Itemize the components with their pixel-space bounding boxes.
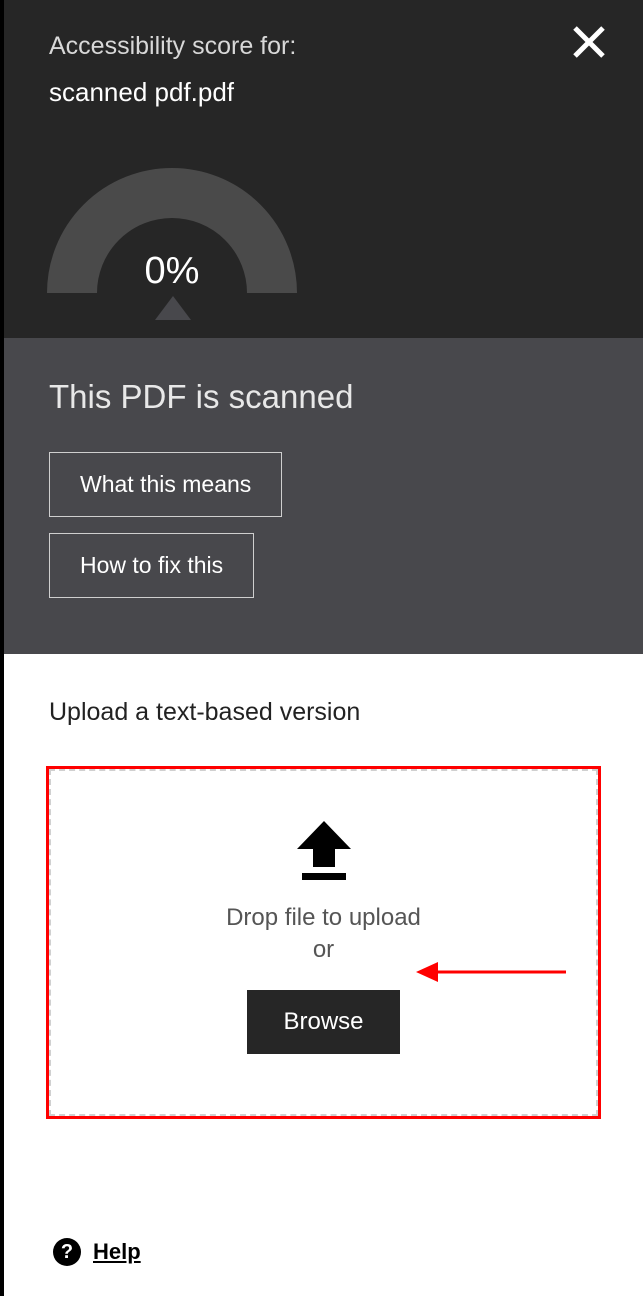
upload-section: Upload a text-based version Drop file to… [0,654,643,1190]
file-dropzone[interactable]: Drop file to upload or Browse [49,769,598,1116]
gauge-value: 0% [47,250,297,293]
what-this-means-button[interactable]: What this means [49,452,282,517]
help-icon: ? [53,1238,81,1266]
gauge-pointer-icon [155,296,191,320]
help-link[interactable]: Help [93,1239,141,1265]
message-section: This PDF is scanned What this means How … [0,338,643,654]
drop-text: Drop file to upload [71,904,576,932]
upload-icon [297,821,351,880]
annotation-arrow-icon [416,955,566,994]
help-row: ? Help [0,1190,643,1296]
message-heading: This PDF is scanned [49,378,598,416]
filename: scanned pdf.pdf [49,77,598,108]
close-button[interactable] [571,24,607,65]
how-to-fix-button[interactable]: How to fix this [49,533,254,598]
score-header: Accessibility score for: scanned pdf.pdf… [0,0,643,338]
close-icon [571,24,607,60]
upload-heading: Upload a text-based version [49,698,598,727]
score-gauge: 0% [47,168,297,338]
score-label: Accessibility score for: [49,32,598,61]
browse-button[interactable]: Browse [247,990,399,1054]
